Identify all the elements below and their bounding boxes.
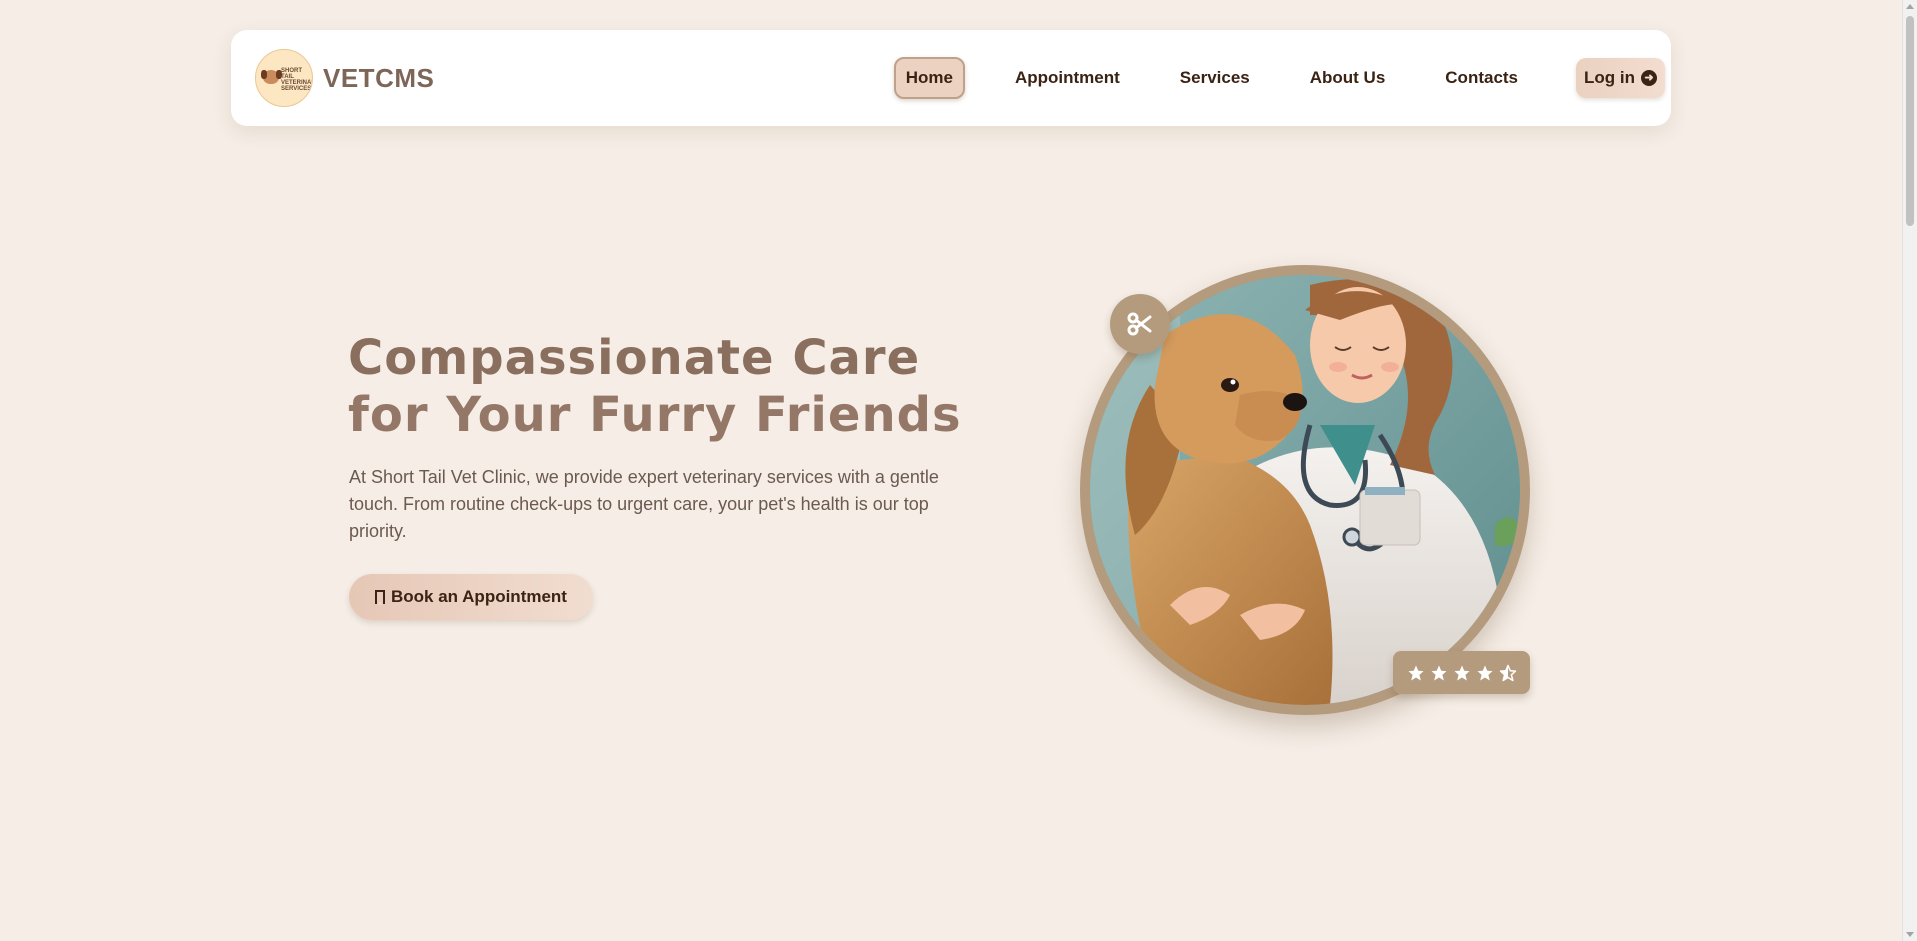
logo-text: SHORT TAIL VETERINARY SERVICES [281, 68, 312, 92]
brand-name: VETCMS [323, 62, 435, 93]
brand-logo: SHORT TAIL VETERINARY SERVICES [255, 49, 313, 107]
hero-title-line2: for Your Furry Friends [348, 387, 962, 443]
page: SHORT TAIL VETERINARY SERVICES VETCMS Ho… [0, 0, 1917, 941]
bookmark-icon [375, 590, 385, 605]
star-half-icon [1499, 664, 1516, 681]
scissors-badge[interactable] [1110, 294, 1170, 354]
star-icon [1431, 665, 1446, 680]
hero-description: At Short Tail Vet Clinic, we provide exp… [349, 467, 939, 541]
nav-contacts[interactable]: Contacts [1435, 57, 1528, 99]
hero-title: Compassionate Care for Your Furry Friend… [348, 330, 962, 444]
navbar: SHORT TAIL VETERINARY SERVICES VETCMS Ho… [231, 30, 1671, 126]
nav-about-us[interactable]: About Us [1300, 57, 1396, 99]
scissors-icon [1127, 312, 1152, 336]
star-icon [1408, 665, 1423, 680]
scrollbar[interactable] [1902, 0, 1917, 941]
login-label: Log in [1584, 68, 1635, 87]
login-button[interactable]: Log in ➜ [1576, 58, 1665, 98]
nav-services[interactable]: Services [1170, 57, 1260, 99]
book-appointment-label: Book an Appointment [391, 587, 567, 606]
brand[interactable]: SHORT TAIL VETERINARY SERVICES VETCMS [255, 49, 434, 107]
star-icon [1477, 665, 1492, 680]
scroll-up-arrow-icon[interactable] [1906, 4, 1914, 9]
star-icon [1454, 665, 1469, 680]
nav-appointment[interactable]: Appointment [1005, 57, 1130, 99]
rating-badge [1393, 651, 1530, 694]
scrollbar-thumb[interactable] [1906, 16, 1914, 226]
scroll-down-arrow-icon[interactable] [1906, 932, 1914, 937]
book-appointment-button[interactable]: Book an Appointment [349, 574, 593, 620]
hero-title-line1: Compassionate Care [348, 330, 921, 386]
nav-links: Home Appointment Services About Us Conta… [893, 57, 1665, 99]
nav-home[interactable]: Home [893, 57, 965, 99]
arrow-circle-right-icon: ➜ [1641, 70, 1657, 86]
